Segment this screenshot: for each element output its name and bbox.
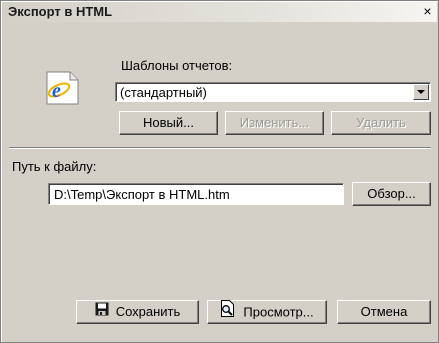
- chevron-down-icon: [417, 90, 425, 94]
- edit-template-button[interactable]: Изменить...: [225, 111, 324, 135]
- window-title: Экспорт в HTML: [8, 4, 113, 19]
- preview-button[interactable]: Просмотр...: [207, 300, 327, 324]
- close-icon[interactable]: ×: [420, 4, 435, 19]
- new-template-button[interactable]: Новый...: [119, 111, 218, 135]
- title-bar[interactable]: Экспорт в HTML ×: [2, 2, 437, 22]
- templates-label: Шаблоны отчетов:: [121, 58, 233, 73]
- floppy-disk-icon: [95, 301, 109, 323]
- print-preview-icon: [220, 300, 236, 324]
- cancel-button[interactable]: Отмена: [337, 300, 431, 324]
- template-select[interactable]: (стандартный): [115, 82, 431, 102]
- file-path-input[interactable]: D:\Temp\Экспорт в HTML.htm: [48, 183, 344, 205]
- svg-text:e: e: [52, 80, 61, 102]
- browse-button[interactable]: Обзор...: [352, 182, 431, 206]
- save-button-label: Сохранить: [115, 304, 181, 319]
- save-button[interactable]: Сохранить: [76, 300, 199, 324]
- export-html-dialog: Экспорт в HTML × e Шаблоны отчетов: (ста…: [0, 0, 439, 343]
- file-path-label: Путь к файлу:: [12, 159, 97, 174]
- internet-explorer-icon: e: [43, 69, 83, 107]
- template-select-value: (стандартный): [120, 85, 207, 100]
- dropdown-button[interactable]: [413, 84, 429, 100]
- separator: [9, 147, 431, 149]
- preview-button-label: Просмотр...: [243, 304, 314, 320]
- delete-template-button[interactable]: Удалить: [331, 111, 431, 135]
